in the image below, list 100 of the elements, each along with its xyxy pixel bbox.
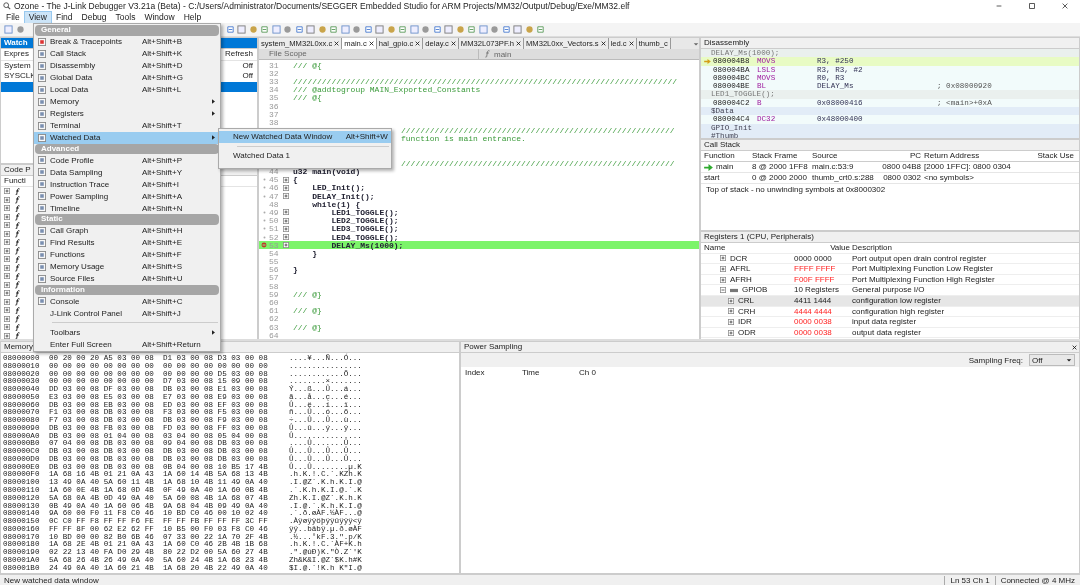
table-cell-text: 0 @ 2000 2000 — [752, 173, 808, 183]
line-number: 32 — [269, 68, 279, 78]
menu-item[interactable]: Help — [179, 12, 206, 23]
column-header: Return Address — [924, 151, 981, 161]
menu-entry[interactable]: Call Graph Alt+Shift+H — [34, 224, 220, 237]
menu-item[interactable]: File — [2, 12, 24, 23]
code-text: { — [293, 175, 298, 185]
menu-entry[interactable]: Enter Full Screen Alt+Shift+Return — [34, 338, 220, 350]
register-description: configuration low register — [852, 295, 942, 306]
menu-entry[interactable]: Watched Data — [34, 131, 220, 144]
line-number: 49 — [269, 207, 279, 217]
column-header: PC — [908, 151, 922, 161]
code-text: /// @addtogroup MAIN_Exported_Constants — [293, 85, 481, 95]
menu-item[interactable]: View — [24, 12, 51, 23]
line-number: 63 — [269, 322, 279, 332]
register-description: General purpose I/O — [852, 285, 926, 295]
register-name: GPIOB — [742, 285, 768, 295]
code-text: } — [293, 265, 298, 275]
menu-entry[interactable]: Power Sampling Alt+Shift+A — [34, 190, 220, 202]
menu-item[interactable]: Window — [140, 12, 179, 23]
column-header: Stack Frame — [752, 151, 799, 161]
menu-entry[interactable]: Local Data Alt+Shift+L — [34, 83, 220, 96]
menu-entry[interactable]: Toolbars — [34, 326, 220, 338]
function-dropdown[interactable]: main — [494, 49, 512, 59]
column-header: Refresh — [225, 49, 253, 60]
table-cell-text: start — [704, 173, 721, 183]
table-cell-text: 8 @ 2000 1FF8 — [752, 162, 809, 172]
line-number: 51 — [269, 224, 279, 234]
menu-entry[interactable]: Functions Alt+Shift+F — [34, 248, 220, 261]
menu-entry[interactable]: Data Sampling Alt+Shift+Y — [34, 166, 220, 178]
line-number: 33 — [269, 76, 279, 86]
code-text: LED2_TOGGLE(); — [330, 216, 399, 226]
refresh-text: Off — [242, 60, 253, 71]
line-number: 52 — [269, 232, 279, 242]
menu-entry[interactable]: Console Alt+Shift+C — [34, 295, 220, 307]
menu-section-header: Static — [35, 214, 219, 225]
menu-entry[interactable]: Global Data Alt+Shift+G — [34, 71, 220, 84]
register-value: 4444 4444 — [793, 306, 833, 317]
register-description: Port Multiplexing Function High Register — [852, 274, 996, 285]
menu-entry[interactable]: Disassembly Alt+Shift+D — [34, 59, 220, 72]
register-description: Port Multiplexing Function Low Register — [852, 264, 994, 274]
register-row[interactable]: CRL 4411 1444 configuration low register — [701, 295, 1079, 307]
menu-entry[interactable]: Call Stack Alt+Shift+K — [34, 47, 220, 60]
scope-dropdown[interactable]: File Scope — [259, 49, 479, 59]
column-header: Function — [704, 151, 736, 161]
column-header: Expres — [4, 49, 29, 60]
panel-header: Disassembly — [701, 38, 1079, 49]
sampling-freq-label: Sampling Freq: — [968, 355, 1023, 365]
register-description: configuration high register — [852, 306, 946, 317]
table-cell-text: [2000 1FFC]: 0800 0304 — [924, 162, 1012, 172]
column-header: Time — [522, 367, 541, 378]
register-row[interactable]: ODR 0000 0038 output data register — [701, 327, 1079, 339]
menu-entry[interactable]: Watched Data 1 — [219, 150, 391, 162]
line-number: 55 — [269, 257, 279, 267]
line-number: 45 — [269, 175, 279, 185]
menu-item[interactable]: Debug — [77, 12, 111, 23]
menu-entry[interactable]: J-Link Control Panel Alt+Shift+J — [34, 307, 220, 319]
column-header: Index — [465, 367, 486, 378]
register-value: 10 Registers — [793, 285, 840, 295]
menu-section-header: Advanced — [35, 143, 219, 154]
table-cell-text: 0800 0302 — [882, 173, 922, 183]
register-value: F00F FFFF — [793, 274, 836, 285]
menu-entry[interactable]: New Watched Data Window Alt+Shift+W — [219, 131, 391, 143]
register-name: DCR — [730, 253, 748, 264]
code-text: /// @{ — [293, 93, 322, 103]
line-number: 59 — [269, 289, 279, 299]
menu-entry[interactable]: Timeline Alt+Shift+N — [34, 202, 220, 214]
line-number: 62 — [269, 314, 279, 324]
menu-entry[interactable]: Find Results Alt+Shift+E — [34, 236, 220, 249]
menu-item[interactable]: Tools — [111, 12, 140, 23]
line-number: 38 — [269, 117, 279, 127]
menu-entry[interactable]: Code Profile Alt+Shift+P — [34, 154, 220, 166]
table-cell-text: <no symbols> — [924, 173, 975, 183]
menu-item[interactable]: Find — [52, 12, 77, 23]
code-text: /// @} — [293, 289, 322, 299]
line-number: 37 — [269, 109, 279, 119]
column-header: Ch 0 — [579, 367, 597, 378]
register-description: Port output open drain control register — [852, 253, 988, 264]
menu-entry[interactable]: Memory Usage Alt+Shift+S — [34, 260, 220, 273]
menu-entry[interactable]: Instruction Trace Alt+Shift+I — [34, 178, 220, 190]
column-header: Stack Use — [1036, 151, 1075, 161]
menu-entry[interactable]: Registers — [34, 107, 220, 120]
menu-entry[interactable]: Terminal Alt+Shift+T — [34, 119, 220, 132]
menu-entry[interactable]: Memory — [34, 95, 220, 108]
sampling-freq-dropdown[interactable]: Off — [1029, 354, 1075, 366]
table-cell-text: main.c:53:9 — [812, 162, 855, 172]
register-value: 0000 0038 — [793, 317, 833, 327]
menu-entry[interactable]: Source Files Alt+Shift+U — [34, 272, 220, 285]
menu-entry[interactable]: Break & Tracepoints Alt+Shift+B — [34, 35, 220, 48]
refresh-text: Off — [242, 71, 253, 82]
register-description: input data register — [852, 317, 918, 327]
code-text: function is main entrance. — [401, 134, 526, 144]
column-header: Value — [829, 243, 851, 253]
line-number: 35 — [269, 93, 279, 103]
line-number: 54 — [269, 248, 279, 258]
column-header: Name — [704, 243, 727, 253]
status-message: New watched data window — [4, 575, 99, 585]
line-number: 46 — [269, 183, 279, 193]
column-header: Functi — [4, 176, 26, 185]
line-number: 60 — [269, 298, 279, 308]
